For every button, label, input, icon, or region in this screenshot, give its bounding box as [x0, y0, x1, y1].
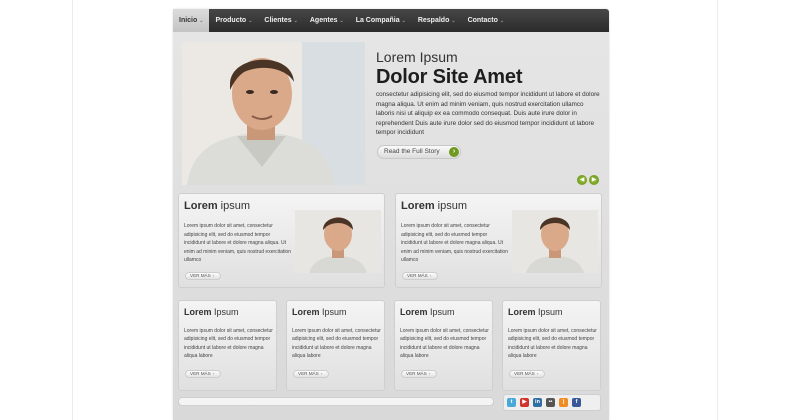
info-box-title: Lorem Ipsum [292, 307, 347, 317]
linkedin-icon[interactable]: in [533, 398, 542, 407]
info-box-title: Lorem Ipsum [508, 307, 563, 317]
nav-item[interactable]: Inicio ⌄ [173, 9, 210, 32]
nav-item-label: Clientes [264, 17, 292, 24]
nav-item[interactable]: Clientes ⌄ [258, 9, 303, 32]
nav-item-label: La Compañia [355, 17, 400, 24]
chevron-down-icon: ⌄ [451, 18, 456, 24]
ver-mas-link[interactable]: VER MÁS › [509, 370, 545, 378]
facebook-icon[interactable]: f [572, 398, 581, 407]
info-box-title: Lorem Ipsum [184, 307, 239, 317]
feature-box: Lorem ipsum Lorem ipsum dolor sit amet, … [178, 193, 385, 288]
arrow-right-icon: › [449, 147, 459, 157]
man-portrait-image [182, 42, 365, 185]
ver-mas-link[interactable]: VER MÁS › [293, 370, 329, 378]
nav-item[interactable]: Contacto ⌄ [462, 9, 511, 32]
site-container: Inicio ⌄ Producto ⌄ Clientes ⌄ Agentes ⌄ La Comp… [173, 9, 609, 420]
feature-box-photo [512, 210, 598, 273]
info-box-text: Lorem ipsum dolor sit amet, consectetur … [400, 328, 489, 360]
hero-body: consectetur adipisicing elit, sed do eiu… [376, 91, 600, 137]
feature-box: Lorem ipsum Lorem ipsum dolor sit amet, … [395, 193, 602, 288]
chevron-down-icon: ⌄ [401, 18, 406, 24]
feature-box-title: Lorem ipsum [184, 200, 251, 212]
nav-item-label: Respaldo [417, 17, 450, 24]
nav-item[interactable]: Respaldo ⌄ [412, 9, 462, 32]
info-box: Lorem Ipsum Lorem ipsum dolor sit amet, … [394, 300, 493, 391]
nav-item[interactable]: La Compañia ⌄ [350, 9, 412, 32]
chevron-down-icon: ⌄ [199, 18, 204, 24]
ver-mas-link[interactable]: VER MÁS › [402, 272, 438, 280]
hero-title: Dolor Site Amet [376, 66, 523, 88]
chevron-down-icon: ⌄ [248, 18, 253, 24]
feature-box-text: Lorem ipsum dolor sit amet, consectetur … [401, 223, 508, 264]
info-box: Lorem Ipsum Lorem ipsum dolor sit amet, … [178, 300, 277, 391]
social-links: t ▶ in ••) f [503, 394, 601, 411]
main-nav: Inicio ⌄ Producto ⌄ Clientes ⌄ Agentes ⌄ La Comp… [173, 9, 609, 32]
nav-item[interactable]: Agentes ⌄ [304, 9, 350, 32]
twitter-icon[interactable]: t [507, 398, 516, 407]
read-full-story-label: Read the Full Story [384, 148, 440, 155]
hero-photo [182, 42, 365, 185]
ver-mas-link[interactable]: VER MÁS › [185, 370, 221, 378]
info-box-text: Lorem ipsum dolor sit amet, consectetur … [184, 328, 273, 360]
feature-box-photo [295, 210, 381, 273]
feature-box-text: Lorem ipsum dolor sit amet, consectetur … [184, 223, 291, 264]
hero-kicker: Lorem Ipsum [376, 49, 458, 65]
slider-next-button[interactable]: ▶ [589, 175, 599, 185]
read-full-story-button[interactable]: Read the Full Story › [377, 145, 461, 159]
hero-text: Lorem Ipsum Dolor Site Amet consectetur … [376, 49, 602, 138]
nav-item[interactable]: Producto ⌄ [209, 9, 258, 32]
chevron-down-icon: ⌄ [499, 18, 505, 24]
man-portrait-image [295, 210, 381, 273]
info-box-text: Lorem ipsum dolor sit amet, consectetur … [292, 328, 381, 360]
footer-bar [178, 397, 494, 406]
nav-item-label: Producto [215, 17, 247, 24]
info-box: Lorem Ipsum Lorem ipsum dolor sit amet, … [286, 300, 385, 391]
info-box-title: Lorem Ipsum [400, 307, 455, 317]
nav-item-label: Inicio [179, 17, 198, 24]
chevron-down-icon: ⌄ [339, 18, 344, 24]
rss-icon[interactable]: ) [559, 398, 568, 407]
info-box: Lorem Ipsum Lorem ipsum dolor sit amet, … [502, 300, 601, 391]
man-portrait-image [512, 210, 598, 273]
ver-mas-link[interactable]: VER MÁS › [185, 272, 221, 280]
chevron-down-icon: ⌄ [293, 18, 298, 24]
flickr-icon[interactable]: •• [546, 398, 555, 407]
slider-prev-button[interactable]: ◀ [577, 175, 587, 185]
nav-item-label: Agentes [309, 17, 338, 24]
feature-box-title: Lorem ipsum [401, 200, 468, 212]
info-box-text: Lorem ipsum dolor sit amet, consectetur … [508, 328, 597, 360]
nav-item-label: Contacto [467, 17, 498, 24]
youtube-icon[interactable]: ▶ [520, 398, 529, 407]
ver-mas-link[interactable]: VER MÁS › [401, 370, 437, 378]
